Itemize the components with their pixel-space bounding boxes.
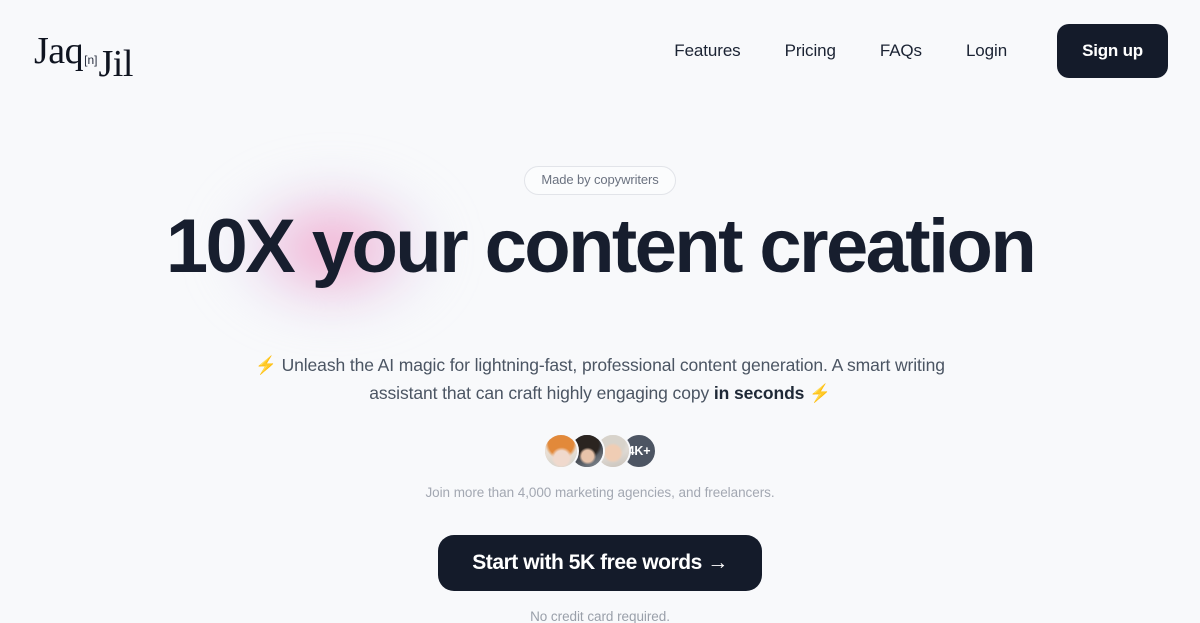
cta-wrapper: Start with 5K free words → No credit car… (0, 535, 1200, 623)
lightning-bolt-icon-left: ⚡ (255, 354, 277, 375)
logo-text-jil: Jil (98, 43, 134, 85)
nav-item-faqs[interactable]: FAQs (858, 33, 944, 69)
headline-wrapper: 10X your content creation (0, 170, 1200, 326)
signup-button[interactable]: Sign up (1057, 24, 1168, 78)
page-title: 10X your content creation (165, 203, 1037, 289)
nav-item-features[interactable]: Features (652, 33, 762, 69)
avatar (543, 433, 579, 470)
social-proof-text: Join more than 4,000 marketing agencies,… (425, 485, 775, 501)
subheading-text: Unleash the AI magic for lightning-fast,… (281, 354, 945, 403)
avatar-group: 4K+ (0, 433, 1200, 470)
nav-item-pricing[interactable]: Pricing (763, 33, 858, 69)
main-navigation: Features Pricing FAQs Login Sign up (652, 24, 1168, 78)
site-header: Jaq [n] Jil Features Pricing FAQs Login … (0, 0, 1200, 102)
brand-logo[interactable]: Jaq [n] Jil (32, 30, 133, 83)
hero-subheading: ⚡ Unleash the AI magic for lightning-fas… (250, 351, 950, 408)
subheading-emphasis: in seconds (713, 382, 805, 403)
nav-item-login[interactable]: Login (944, 33, 1029, 69)
badge-row: Made by copywriters (0, 166, 1200, 195)
logo-text-jaq: Jaq (34, 30, 84, 72)
made-by-copywriters-badge: Made by copywriters (524, 166, 676, 195)
cta-note: No credit card required. (530, 609, 670, 623)
logo-text-n-bracket: [n] (84, 53, 98, 67)
hero-section: Made by copywriters 10X your content cre… (0, 102, 1200, 623)
start-free-words-button[interactable]: Start with 5K free words → (438, 535, 762, 592)
lightning-bolt-icon-right: ⚡ (809, 382, 831, 403)
